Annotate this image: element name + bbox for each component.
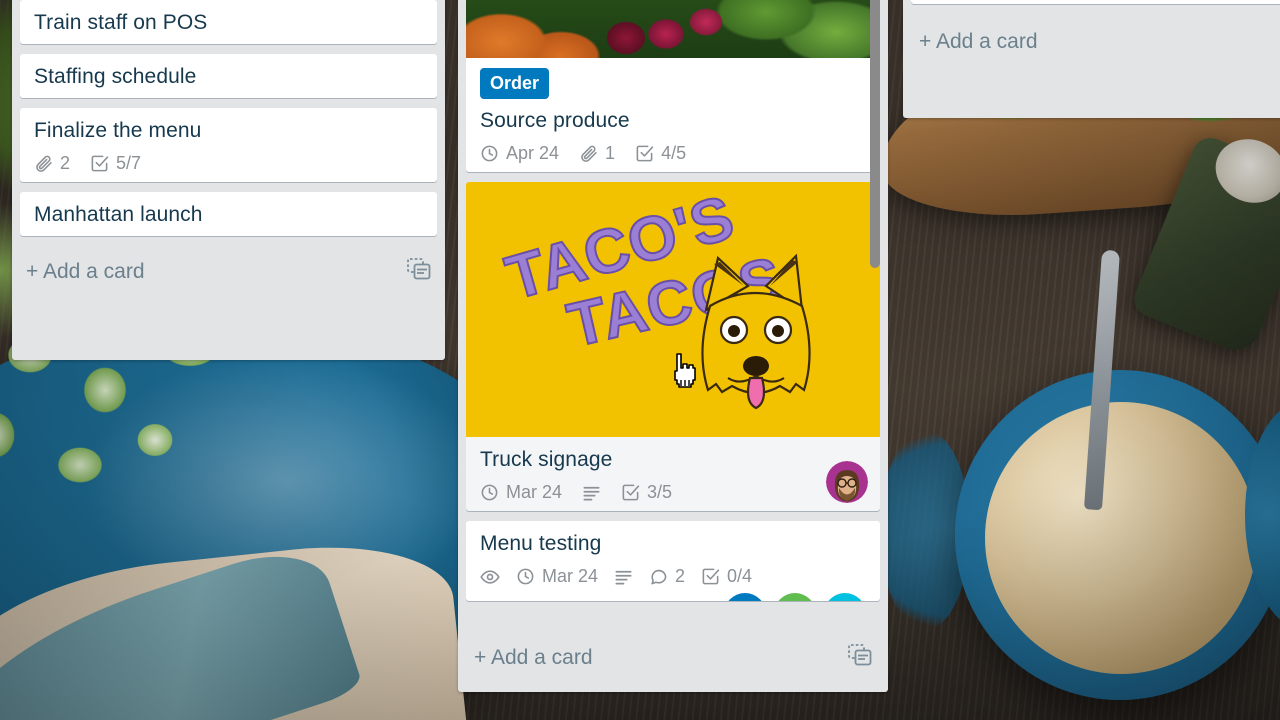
checklist-icon: [636, 145, 654, 162]
add-card-button-middle-list[interactable]: + Add a card: [458, 630, 888, 692]
attachment-icon: [581, 145, 597, 162]
checklist-count: 0/4: [727, 566, 753, 586]
watch-badge: [480, 567, 500, 587]
list-middle[interactable]: Order Source produce Apr 24 1 4/5 TACO'S…: [458, 0, 888, 692]
add-card-label: + Add a card: [474, 646, 593, 669]
card-staffing-schedule[interactable]: Staffing schedule: [20, 54, 437, 98]
description-icon: [583, 486, 600, 501]
background-plate-sliver: [880, 430, 970, 630]
checklist-badge: 0/4: [701, 566, 752, 587]
due-date-text: Apr 24: [506, 143, 560, 163]
checklist-icon: [622, 484, 640, 501]
card-cover-vegetables: [466, 0, 880, 58]
card-members: [724, 593, 866, 601]
list-scrollbar[interactable]: [870, 0, 880, 268]
checklist-badge: 5/7: [90, 153, 141, 174]
list-middle-cards: Order Source produce Apr 24 1 4/5 TACO'S…: [458, 0, 888, 630]
description-badge: [614, 567, 633, 586]
card-title: Source produce: [480, 109, 630, 132]
clock-icon: [481, 145, 498, 162]
list-right[interactable]: Jan 27 2: [903, 0, 1280, 118]
add-card-button-left-list[interactable]: + Add a card: [12, 246, 445, 302]
card-template-icon[interactable]: [407, 258, 431, 286]
card-body: Manhattan launch: [20, 192, 437, 236]
trello-board: Train staff on POS Staffing schedule Fin…: [0, 0, 1280, 720]
list-left[interactable]: Train staff on POS Staffing schedule Fin…: [12, 0, 445, 360]
description-icon: [615, 570, 632, 585]
card-title: Truck signage: [480, 448, 613, 471]
background-spoon: [1083, 249, 1121, 511]
card-manhattan-launch[interactable]: Manhattan launch: [20, 192, 437, 236]
add-card-button-right-list[interactable]: + Add a card: [903, 14, 1280, 74]
card-label-order[interactable]: Order: [480, 68, 550, 99]
list-right-cards: Jan 27 2: [903, 0, 1280, 14]
card-source-produce[interactable]: Order Source produce Apr 24 1 4/5: [466, 0, 880, 172]
card-badges: Apr 24 1 4/5: [480, 143, 870, 164]
card-title: Staffing schedule: [34, 65, 197, 88]
card-right-partial[interactable]: Jan 27 2: [911, 0, 1280, 4]
background-bowl-sauce: [985, 402, 1257, 674]
due-date-text: Mar 24: [506, 482, 563, 502]
card-cover-tacos-logo: TACO'S TACOS: [466, 182, 880, 437]
background-tortilla: [0, 533, 471, 720]
background-bowl: [955, 370, 1280, 700]
member-avatar-teal[interactable]: [824, 593, 866, 601]
card-badges: Mar 24 3/5: [480, 482, 870, 503]
due-date-text: Mar 24: [542, 566, 599, 586]
card-body: Menu testing Mar 24 2 0/4: [466, 521, 880, 601]
card-body: Finalize the menu 2 5/7: [20, 108, 437, 182]
card-members: [826, 461, 868, 503]
attachment-count: 2: [60, 153, 71, 173]
card-finalize-the-menu[interactable]: Finalize the menu 2 5/7: [20, 108, 437, 182]
card-body: Order Source produce Apr 24 1 4/5: [466, 58, 880, 172]
background-blue-cloth: [0, 537, 365, 720]
due-date-badge: Mar 24: [516, 566, 598, 587]
card-badges: 2 5/7: [34, 153, 427, 174]
add-card-label: + Add a card: [919, 30, 1038, 53]
card-title: Manhattan launch: [34, 203, 203, 226]
description-badge: [582, 483, 601, 502]
card-title: Train staff on POS: [34, 11, 208, 34]
comment-icon: [651, 569, 667, 585]
card-body: Truck signage Mar 24 3/5: [466, 437, 880, 511]
card-body: Staffing schedule: [20, 54, 437, 98]
comment-badge: 2: [649, 566, 685, 587]
member-avatar-blue[interactable]: [724, 593, 766, 601]
card-body: Train staff on POS: [20, 0, 437, 44]
background-jar-lid: [1206, 128, 1280, 214]
checklist-count: 5/7: [116, 153, 142, 173]
comment-count: 2: [675, 566, 686, 586]
clock-icon: [481, 484, 498, 501]
card-truck-signage[interactable]: TACO'S TACOS Truck signage Mar 24 3/5: [466, 182, 880, 511]
attachment-badge: 2: [34, 153, 70, 174]
card-menu-testing[interactable]: Menu testing Mar 24 2 0/4: [466, 521, 880, 601]
watch-eye-icon: [480, 569, 500, 584]
card-title: Menu testing: [480, 532, 602, 555]
list-left-cards: Train staff on POS Staffing schedule Fin…: [12, 0, 445, 246]
checklist-badge: 3/5: [621, 482, 672, 503]
card-body: Jan 27 2: [911, 0, 1280, 4]
checklist-badge: 4/5: [635, 143, 686, 164]
attachment-count: 1: [605, 143, 616, 163]
background-plate-right: [1245, 400, 1280, 630]
add-card-label: + Add a card: [26, 260, 145, 283]
checklist-count: 3/5: [647, 482, 673, 502]
card-badges: Mar 24 2 0/4: [480, 566, 870, 587]
card-template-icon[interactable]: [848, 644, 872, 672]
due-date-badge: Apr 24: [480, 143, 559, 164]
background-cucumbers: [0, 330, 410, 590]
background-jar: [1129, 132, 1280, 358]
attachment-icon: [36, 155, 52, 172]
checklist-count: 4/5: [661, 143, 687, 163]
card-train-staff-on-pos[interactable]: Train staff on POS: [20, 0, 437, 44]
clock-icon: [517, 568, 534, 585]
due-date-badge: Mar 24: [480, 482, 562, 503]
tacos-tacos-logo: TACO'S TACOS: [498, 182, 811, 410]
checklist-icon: [702, 568, 720, 585]
member-avatar-bearded[interactable]: [826, 461, 868, 503]
checklist-icon: [91, 155, 109, 172]
member-avatar-green[interactable]: [774, 593, 816, 601]
card-title: Finalize the menu: [34, 119, 202, 142]
attachment-badge: 1: [579, 143, 615, 164]
